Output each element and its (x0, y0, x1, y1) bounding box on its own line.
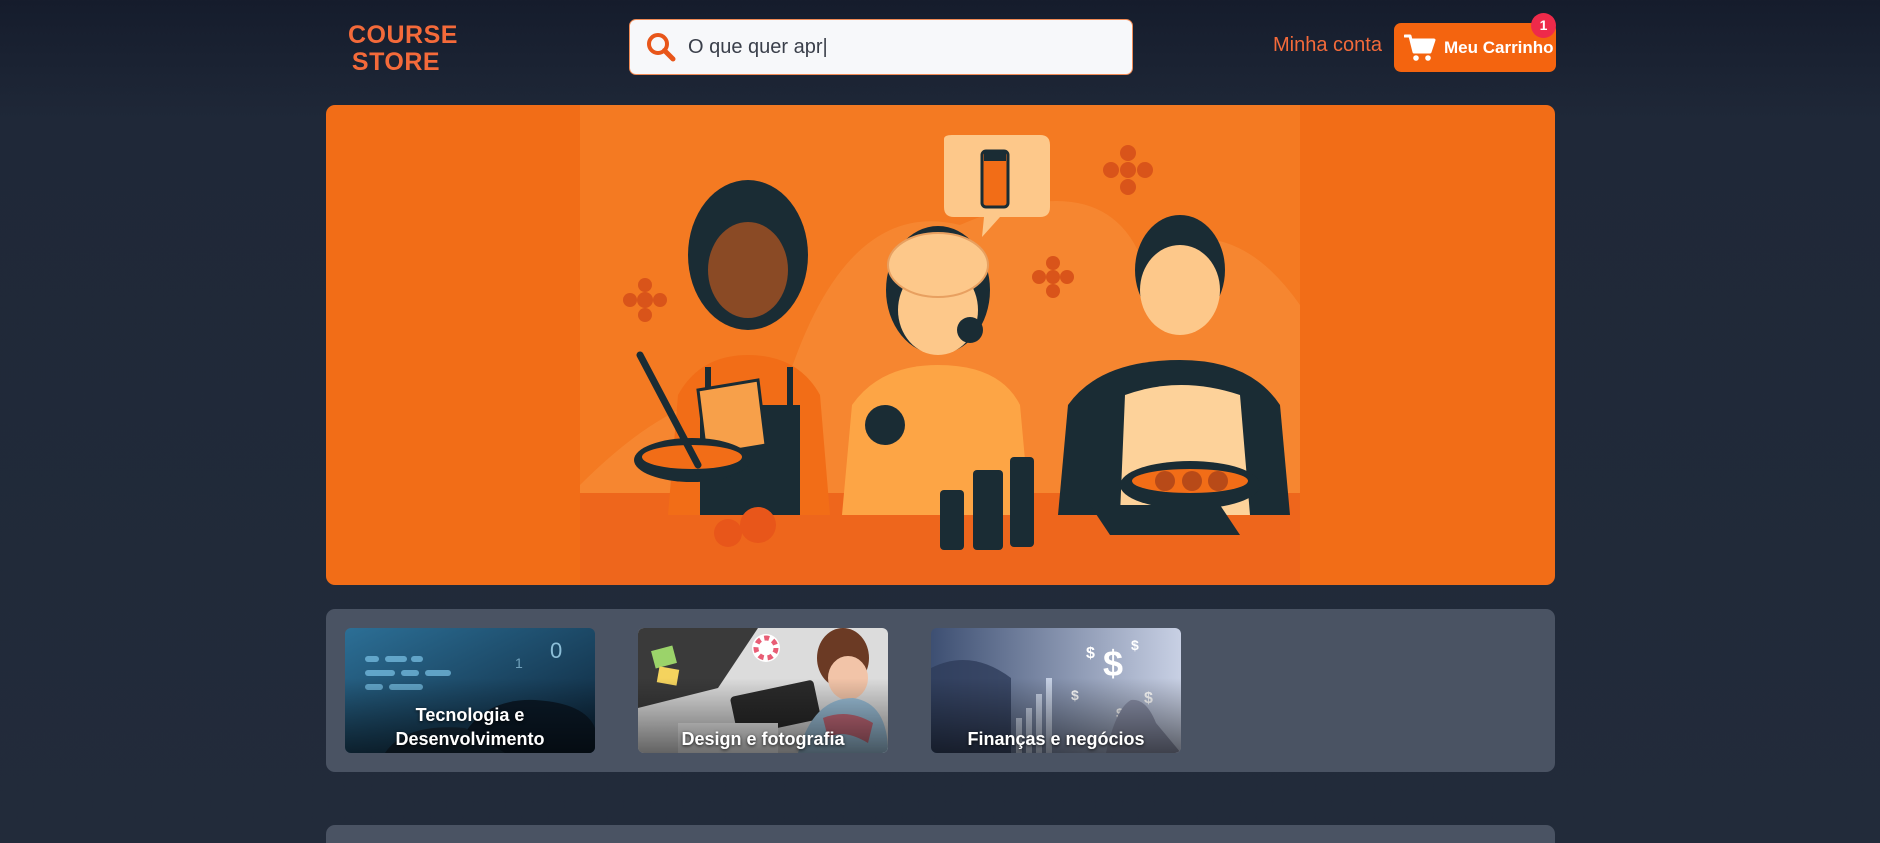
site-header: COURSE STORE Minha conta Meu Carrinho 1 (0, 0, 1880, 94)
search-bar[interactable] (629, 19, 1133, 75)
cart-count-badge: 1 (1531, 13, 1556, 38)
category-strip: 0 1 Tecnologia e Desenvolvimento Design … (326, 609, 1555, 772)
category-label: Design e fotografia (681, 729, 845, 749)
my-account-link[interactable]: Minha conta (1273, 34, 1382, 57)
hero-illustration (580, 105, 1300, 585)
category-label: Tecnologia e Desenvolvimento (395, 705, 545, 749)
cart-label: Meu Carrinho (1444, 37, 1554, 57)
hero-banner[interactable] (326, 105, 1555, 585)
next-section-panel (326, 825, 1555, 843)
course-store-logo[interactable]: COURSE STORE (348, 21, 458, 76)
search-icon[interactable] (644, 30, 678, 64)
logo-line-2: STORE (351, 48, 441, 76)
shopping-cart-icon (1404, 34, 1436, 61)
category-label: Finanças e negócios (967, 729, 1145, 749)
logo-line-1: COURSE (348, 21, 458, 49)
category-card-design[interactable]: Design e fotografia (638, 628, 888, 753)
search-input[interactable] (688, 35, 1108, 59)
category-card-technology[interactable]: 0 1 Tecnologia e Desenvolvimento (345, 628, 595, 753)
category-card-finance[interactable]: $ $ $ $ $ $ Finanças e negócios (931, 628, 1181, 753)
